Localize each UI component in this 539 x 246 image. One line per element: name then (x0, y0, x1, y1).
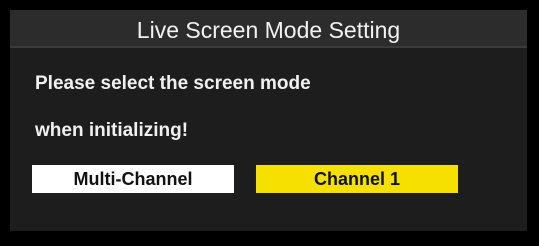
screen: Live Screen Mode Setting Please select t… (0, 0, 539, 246)
dialog-message-line-1: Please select the screen mode (35, 73, 311, 94)
channel-1-option-button[interactable]: Channel 1 (256, 165, 458, 193)
multi-channel-option-button[interactable]: Multi-Channel (32, 165, 234, 193)
dialog-message-line-2: when initializing! (35, 120, 189, 141)
dialog-title-bar: Live Screen Mode Setting (10, 10, 527, 48)
screen-mode-dialog: Live Screen Mode Setting Please select t… (10, 10, 527, 231)
dialog-title: Live Screen Mode Setting (136, 17, 401, 43)
